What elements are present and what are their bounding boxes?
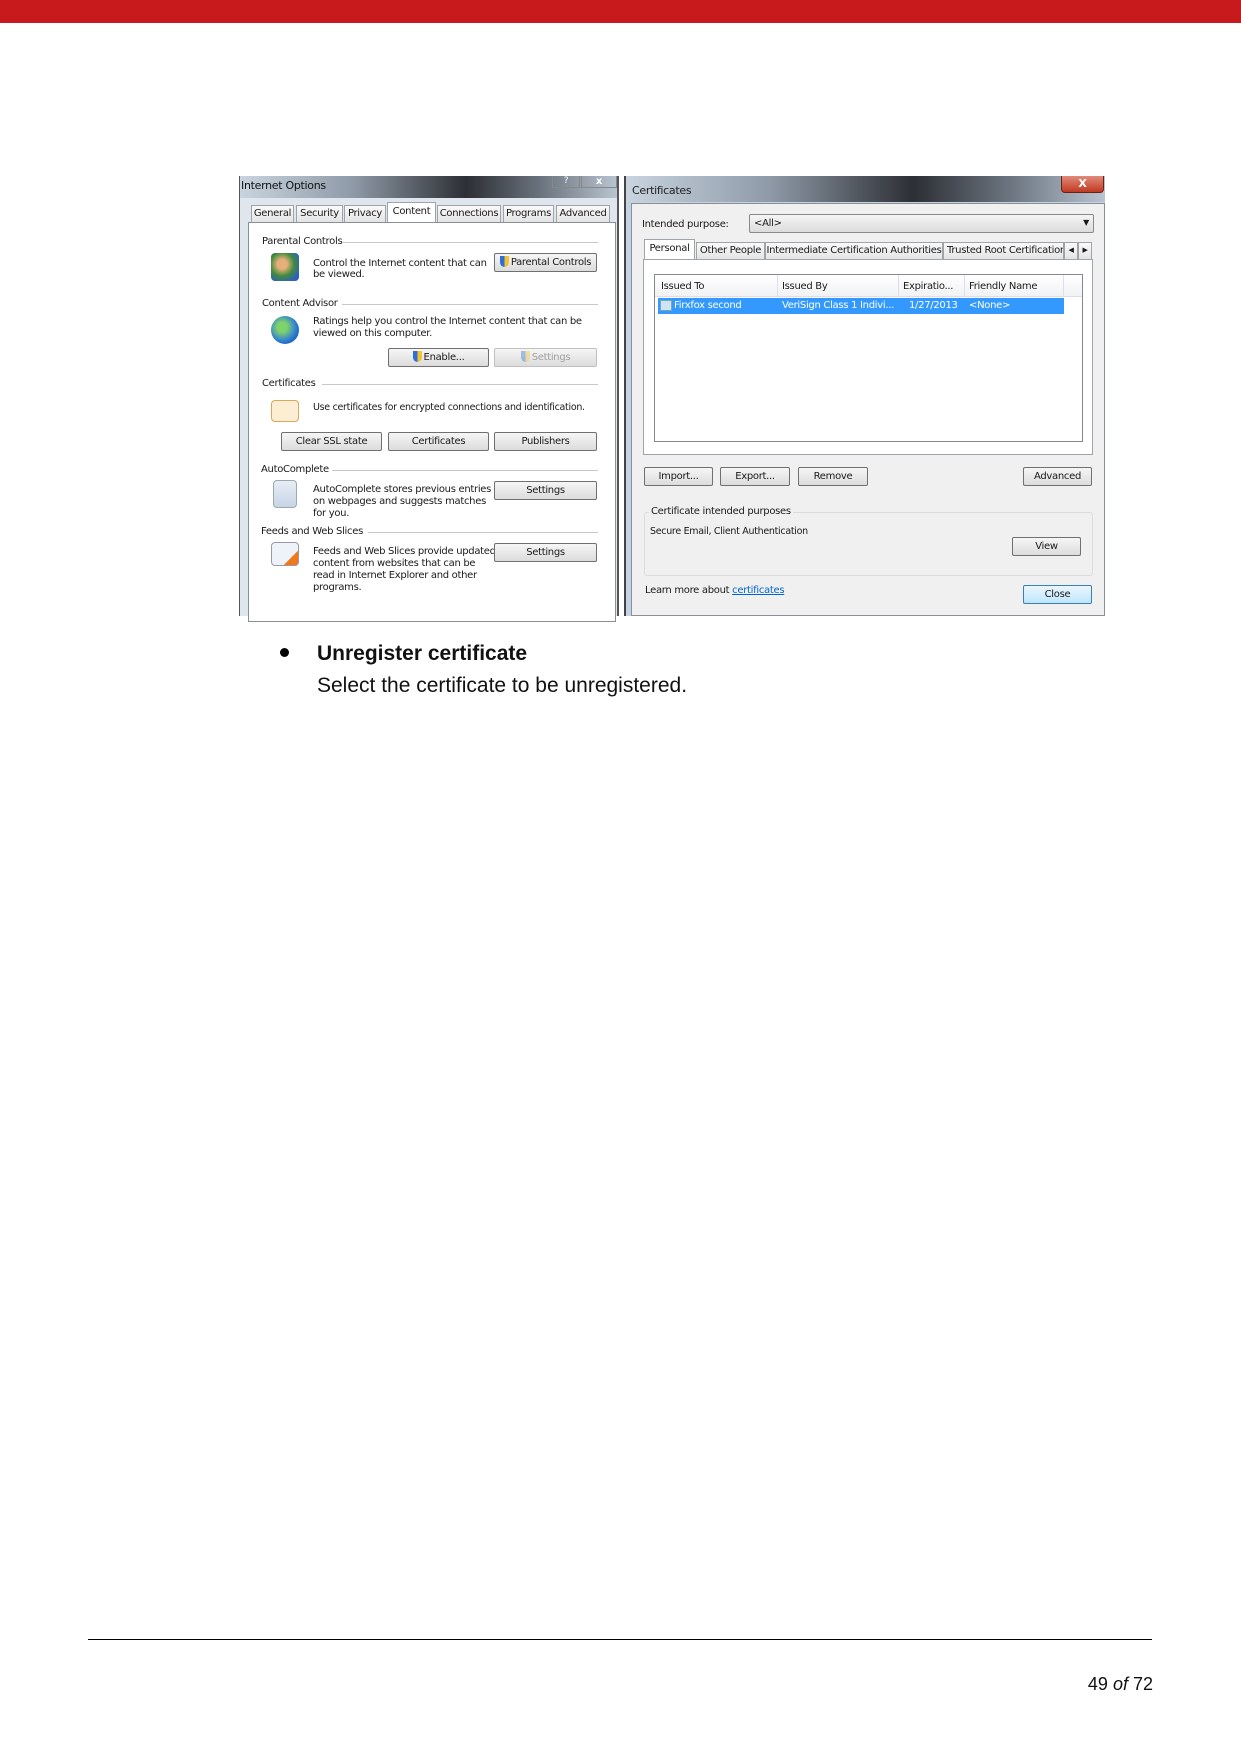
certificate-list: Issued To Issued By Expiratio... Friendl… <box>654 274 1083 442</box>
tab-trusted-root[interactable]: Trusted Root Certification <box>943 242 1064 259</box>
close-icon[interactable]: X <box>1061 176 1104 193</box>
content-advisor-desc-2: viewed on this computer. <box>313 328 433 339</box>
autocomplete-heading: AutoComplete <box>261 464 329 475</box>
tab-advanced[interactable]: Advanced <box>556 205 610 222</box>
tab-privacy[interactable]: Privacy <box>344 205 386 222</box>
of-label: of <box>1112 1674 1128 1694</box>
tab-other-people[interactable]: Other People <box>696 242 765 259</box>
globe-star-icon <box>271 316 299 344</box>
autocomplete-icon <box>273 480 297 508</box>
tab-intermediate[interactable]: Intermediate Certification Authorities <box>765 242 943 259</box>
settings-label: Settings <box>531 352 571 363</box>
feeds-desc-2: content from websites that can be <box>313 558 476 569</box>
feeds-icon <box>271 542 299 566</box>
internet-options-dialog: Internet Options ? x General Security Pr… <box>239 176 619 622</box>
dialog-title: Certificates <box>632 184 692 197</box>
scroll-left-icon[interactable]: ◀ <box>1064 242 1078 259</box>
certificates-dialog: Certificates X Intended purpose: <All> ▼… <box>624 176 1105 616</box>
column-friendly-name[interactable]: Friendly Name <box>969 281 1038 292</box>
autocomplete-desc-2: on webpages and suggests matches <box>313 496 486 507</box>
parental-controls-heading: Parental Controls <box>262 236 343 247</box>
column-issued-by[interactable]: Issued By <box>782 281 828 292</box>
advanced-button[interactable]: Advanced <box>1023 467 1092 486</box>
certificates-heading: Certificates <box>262 378 316 389</box>
autocomplete-desc-3: for you. <box>313 508 350 519</box>
content-advisor-heading: Content Advisor <box>262 298 338 309</box>
remove-button[interactable]: Remove <box>798 467 868 486</box>
publishers-button[interactable]: Publishers <box>494 432 597 451</box>
certificate-icon <box>271 400 299 422</box>
cell-issued-by: VeriSign Class 1 Indivi... <box>782 300 894 311</box>
footer-divider <box>88 1639 1152 1640</box>
tab-security[interactable]: Security <box>296 205 343 222</box>
close-button[interactable]: Close <box>1023 585 1092 604</box>
view-button[interactable]: View <box>1012 537 1081 556</box>
dialog-title: Internet Options <box>241 179 326 192</box>
column-issued-to[interactable]: Issued To <box>661 281 705 292</box>
bullet-title: Unregister certificate <box>317 642 528 665</box>
parental-controls-icon <box>271 253 299 281</box>
enable-button[interactable]: Enable... <box>388 348 489 367</box>
title-bar: Internet Options ? x <box>240 176 617 198</box>
export-button[interactable]: Export... <box>720 467 790 486</box>
close-button[interactable]: x <box>581 176 617 188</box>
tab-personal[interactable]: Personal <box>644 239 695 259</box>
content-advisor-desc-1: Ratings help you control the Internet co… <box>313 316 582 327</box>
certificates-link[interactable]: certificates <box>732 585 784 596</box>
total-pages: 72 <box>1132 1674 1153 1694</box>
tab-connections[interactable]: Connections <box>437 205 501 222</box>
current-page: 49 <box>1087 1674 1108 1694</box>
autocomplete-desc-1: AutoComplete stores previous entries <box>313 484 492 495</box>
learn-more: Learn more about certificates <box>645 585 785 596</box>
parental-controls-button[interactable]: Parental Controls <box>494 253 597 272</box>
certificates-button[interactable]: Certificates <box>388 432 489 451</box>
purposes-value: Secure Email, Client Authentication <box>650 526 808 537</box>
title-bar: Certificates X <box>626 176 1105 202</box>
scroll-right-icon[interactable]: ▶ <box>1078 242 1092 259</box>
intended-purpose-value: <All> <box>754 218 782 229</box>
clear-ssl-state-button[interactable]: Clear SSL state <box>281 432 382 451</box>
table-row[interactable]: Firxfox second VeriSign Class 1 Indivi..… <box>658 298 1064 314</box>
tab-programs[interactable]: Programs <box>503 205 554 222</box>
certificates-desc: Use certificates for encrypted connectio… <box>313 402 585 413</box>
tab-content[interactable]: Content <box>387 202 436 222</box>
parental-controls-label: Parental Controls <box>510 257 592 268</box>
cell-issued-to: Firxfox second <box>674 300 742 311</box>
list-header: Issued To Issued By Expiratio... Friendl… <box>655 275 1082 297</box>
feeds-desc-4: programs. <box>313 582 362 593</box>
purposes-label: Certificate intended purposes <box>649 506 793 517</box>
enable-label: Enable... <box>423 352 465 363</box>
cell-expiration: 1/27/2013 <box>909 300 958 311</box>
page-number: 49 of 72 <box>1088 1674 1153 1695</box>
bullet <box>280 648 289 657</box>
cell-friendly-name: <None> <box>969 300 1011 311</box>
bullet-text: Select the certificate to be unregistere… <box>317 674 688 697</box>
column-expiration[interactable]: Expiratio... <box>903 281 953 292</box>
learn-more-text: Learn more about <box>645 585 733 596</box>
content-advisor-settings-button[interactable]: Settings <box>494 348 597 367</box>
feeds-heading: Feeds and Web Slices <box>261 526 363 537</box>
parental-controls-desc-2: be viewed. <box>313 269 365 280</box>
intended-purpose-label: Intended purpose: <box>642 219 729 230</box>
import-button[interactable]: Import... <box>644 467 713 486</box>
shield-icon <box>499 256 509 267</box>
certificate-icon <box>660 300 672 311</box>
feeds-desc-1: Feeds and Web Slices provide updated <box>313 546 496 557</box>
chevron-down-icon: ▼ <box>1083 218 1089 227</box>
tab-general[interactable]: General <box>251 205 294 222</box>
help-button[interactable]: ? <box>552 176 580 188</box>
feeds-settings-button[interactable]: Settings <box>494 543 597 562</box>
feeds-desc-3: read in Internet Explorer and other <box>313 570 477 581</box>
header-bar <box>0 0 1241 23</box>
intended-purpose-select[interactable]: <All> ▼ <box>749 214 1094 233</box>
shield-icon <box>520 351 530 362</box>
shield-icon <box>412 351 422 362</box>
autocomplete-settings-button[interactable]: Settings <box>494 481 597 500</box>
